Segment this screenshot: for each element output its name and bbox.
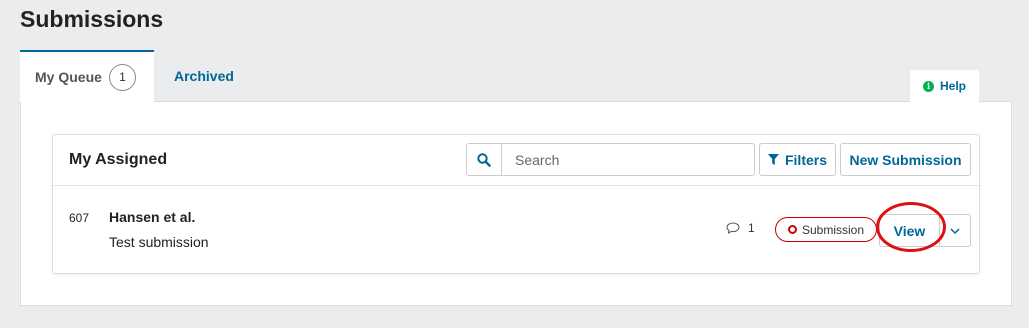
submissions-list-panel: My Assigned Filters New Submission 607 H… bbox=[52, 134, 980, 274]
info-icon: i bbox=[922, 80, 934, 92]
comment-icon bbox=[726, 222, 740, 234]
list-header: My Assigned Filters New Submission bbox=[53, 135, 979, 186]
tab-bar: My Queue 1 Archived bbox=[20, 50, 234, 102]
tab-my-queue-label: My Queue bbox=[35, 69, 102, 85]
help-label: Help bbox=[939, 79, 966, 93]
filter-icon bbox=[767, 154, 779, 165]
comment-count: 1 bbox=[726, 221, 755, 235]
search-button[interactable] bbox=[467, 144, 502, 175]
stage-dot-icon bbox=[787, 225, 797, 234]
view-label: View bbox=[893, 222, 926, 239]
tab-my-queue[interactable]: My Queue 1 bbox=[20, 50, 154, 102]
stage-label: Submission bbox=[801, 222, 865, 237]
page-title: Submissions bbox=[20, 6, 164, 32]
submission-author: Hansen et al. bbox=[109, 209, 196, 225]
chevron-down-icon bbox=[950, 227, 960, 234]
search-box bbox=[466, 143, 755, 176]
stage-badge: Submission bbox=[775, 217, 877, 242]
view-button[interactable]: View bbox=[879, 214, 940, 247]
new-submission-button[interactable]: New Submission bbox=[840, 143, 971, 176]
list-item: 607 Hansen et al. Test submission 1 Subm… bbox=[53, 186, 979, 274]
tab-archived[interactable]: Archived bbox=[154, 50, 234, 102]
new-submission-label: New Submission bbox=[849, 151, 962, 168]
submission-id: 607 bbox=[69, 211, 90, 225]
search-icon bbox=[477, 152, 491, 167]
filters-label: Filters bbox=[784, 151, 827, 168]
search-input[interactable] bbox=[502, 144, 754, 175]
tab-count-badge: 1 bbox=[108, 63, 136, 91]
help-button[interactable]: i Help bbox=[910, 70, 979, 102]
tab-archived-label: Archived bbox=[174, 68, 234, 84]
filters-button[interactable]: Filters bbox=[759, 143, 836, 176]
comment-count-value: 1 bbox=[748, 221, 755, 235]
expand-button[interactable] bbox=[939, 214, 971, 247]
submission-title: Test submission bbox=[109, 234, 209, 250]
list-title: My Assigned bbox=[69, 151, 168, 168]
